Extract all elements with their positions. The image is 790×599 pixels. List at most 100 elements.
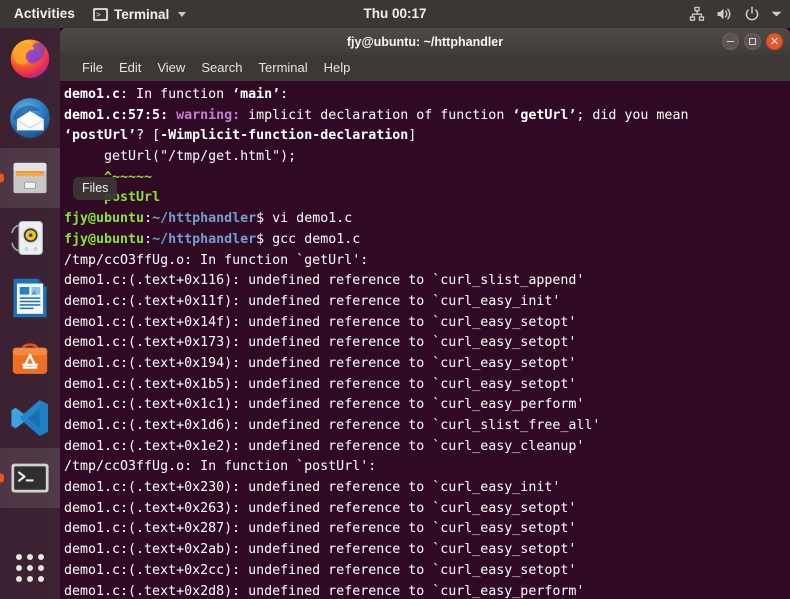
dock-item-vscode[interactable] bbox=[0, 388, 60, 448]
terminal-line: demo1.c:(.text+0x11f): undefined referen… bbox=[64, 292, 790, 313]
terminal-text-segment: ; did you mean bbox=[576, 107, 689, 123]
terminal-text-segment: -Wimplicit-function-declaration bbox=[160, 128, 409, 144]
dock-item-thunderbird[interactable] bbox=[0, 88, 60, 148]
terminal-line: demo1.c: In function ‘main’: bbox=[64, 85, 790, 106]
terminal-text-segment: demo1.c:(.text+0x2ab): undefined referen… bbox=[64, 542, 577, 558]
terminal-text-segment: demo1.c:(.text+0x14f): undefined referen… bbox=[64, 314, 577, 330]
terminal-line: demo1.c:(.text+0x194): undefined referen… bbox=[64, 354, 790, 375]
terminal-line: demo1.c:(.text+0x1e2): undefined referen… bbox=[64, 437, 790, 458]
terminal-line: demo1.c:(.text+0x287): undefined referen… bbox=[64, 519, 790, 540]
dock-item-ubuntu-software[interactable] bbox=[0, 328, 60, 388]
terminal-line: demo1.c:57:5: warning: implicit declarat… bbox=[64, 106, 790, 127]
terminal-line: demo1.c:(.text+0x263): undefined referen… bbox=[64, 499, 790, 520]
thunderbird-icon bbox=[10, 98, 50, 138]
terminal-line: demo1.c:(.text+0x1b5): undefined referen… bbox=[64, 375, 790, 396]
terminal-text-segment: : bbox=[280, 87, 289, 102]
terminal-text-segment: demo1.c:(.text+0x1e2): undefined referen… bbox=[64, 438, 585, 454]
menu-edit[interactable]: Edit bbox=[111, 55, 149, 81]
volume-icon bbox=[717, 8, 731, 20]
terminal-text-segment: /tmp/ccO3ffUg.o: In function `getUrl': bbox=[64, 252, 369, 268]
gnome-top-bar: Activities Terminal Thu 00:17 bbox=[0, 0, 790, 28]
power-icon bbox=[745, 6, 759, 21]
maximize-button[interactable] bbox=[744, 33, 761, 50]
dock-item-rhythmbox[interactable] bbox=[0, 208, 60, 268]
dock-item-firefox[interactable] bbox=[0, 28, 60, 88]
minimize-button[interactable] bbox=[722, 33, 739, 50]
window-title: fjy@ubuntu: ~/httphandler bbox=[346, 34, 504, 49]
terminal-text-segment: demo1.c bbox=[64, 87, 121, 102]
dock-item-libreoffice-writer[interactable] bbox=[0, 268, 60, 328]
show-applications-button[interactable] bbox=[0, 541, 60, 595]
terminal-line: demo1.c:(.text+0x2cc): undefined referen… bbox=[64, 561, 790, 582]
terminal-icon bbox=[93, 7, 109, 21]
dock-item-files[interactable] bbox=[0, 148, 60, 208]
terminal-text-segment: warning: bbox=[176, 107, 241, 123]
terminal-text-segment: : In function bbox=[120, 87, 233, 102]
terminal-text-segment: demo1.c:(.text+0x1c1): undefined referen… bbox=[64, 397, 585, 413]
terminal-text-segment: demo1.c:(.text+0x230): undefined referen… bbox=[64, 480, 561, 496]
dock-item-terminal[interactable] bbox=[0, 448, 60, 508]
terminal-text-segment: demo1.c:57:5: bbox=[64, 107, 169, 123]
terminal-line: demo1.c:(.text+0x173): undefined referen… bbox=[64, 333, 790, 354]
terminal-line: fjy@ubuntu:~/httphandler$ vi demo1.c bbox=[64, 209, 790, 230]
menu-search[interactable]: Search bbox=[193, 55, 250, 81]
files-icon bbox=[13, 162, 47, 194]
terminal-line: ‘postUrl’? [-Wimplicit-function-declarat… bbox=[64, 126, 790, 147]
terminal-text: demo1.c: In function ‘main’: demo1.c:57:5… bbox=[64, 85, 790, 599]
terminal-text-segment: implicit declaration of function bbox=[240, 107, 513, 123]
terminal-text-segment: ‘main’ bbox=[232, 87, 281, 102]
terminal-text-segment: /tmp/ccO3ffUg.o: In function `postUrl': bbox=[64, 459, 377, 475]
ubuntu-software-icon bbox=[12, 343, 48, 374]
ubuntu-dock bbox=[0, 28, 60, 599]
menu-help[interactable]: Help bbox=[316, 55, 359, 81]
libreoffice-writer-icon bbox=[13, 278, 47, 318]
window-titlebar[interactable]: fjy@ubuntu: ~/httphandler ✕ bbox=[60, 28, 790, 55]
terminal-line: getUrl("/tmp/get.html"); bbox=[64, 147, 790, 168]
menu-file[interactable]: File bbox=[74, 55, 111, 81]
terminal-text-segment: ~/httphandler bbox=[152, 231, 257, 247]
terminal-line: demo1.c:(.text+0x2ab): undefined referen… bbox=[64, 540, 790, 561]
terminal-line: demo1.c:(.text+0x1c1): undefined referen… bbox=[64, 395, 790, 416]
terminal-menubar: File Edit View Search Terminal Help bbox=[60, 55, 790, 81]
terminal-text-segment: demo1.c:(.text+0x11f): undefined referen… bbox=[64, 293, 561, 309]
terminal-text-segment: ] bbox=[408, 128, 417, 144]
system-tray[interactable] bbox=[689, 0, 782, 28]
terminal-text-segment: demo1.c:(.text+0x194): undefined referen… bbox=[64, 355, 577, 371]
terminal-text-segment: fjy@ubuntu bbox=[64, 231, 145, 247]
terminal-line: ^~~~~~ bbox=[64, 168, 790, 189]
terminal-output-area[interactable]: demo1.c: In function ‘main’: demo1.c:57:5… bbox=[60, 81, 790, 599]
vscode-icon bbox=[11, 400, 48, 436]
terminal-line: demo1.c:(.text+0x14f): undefined referen… bbox=[64, 313, 790, 334]
terminal-text-segment: demo1.c:(.text+0x1b5): undefined referen… bbox=[64, 376, 577, 392]
terminal-line: demo1.c:(.text+0x116): undefined referen… bbox=[64, 271, 790, 292]
terminal-line: /tmp/ccO3ffUg.o: In function `getUrl': bbox=[64, 251, 790, 272]
terminal-line: demo1.c:(.text+0x230): undefined referen… bbox=[64, 478, 790, 499]
app-menu-button[interactable]: Terminal bbox=[85, 0, 194, 28]
terminal-text-segment: demo1.c:(.text+0x173): undefined referen… bbox=[64, 335, 577, 351]
terminal-text-segment: ‘postUrl’ bbox=[64, 128, 137, 144]
close-button[interactable]: ✕ bbox=[766, 33, 783, 50]
terminal-app-icon bbox=[11, 463, 49, 493]
terminal-text-segment: demo1.c:(.text+0x2d8): undefined referen… bbox=[64, 583, 585, 599]
terminal-line: fjy@ubuntu:~/httphandler$ gcc demo1.c bbox=[64, 230, 790, 251]
terminal-text-segment: : bbox=[144, 231, 153, 247]
tooltip-label: Files bbox=[82, 181, 109, 195]
menu-view[interactable]: View bbox=[149, 55, 193, 81]
grid-dots-icon bbox=[16, 554, 44, 582]
terminal-line: demo1.c:(.text+0x2d8): undefined referen… bbox=[64, 582, 790, 599]
network-icon bbox=[689, 6, 705, 21]
terminal-text-segment: demo1.c:(.text+0x116): undefined referen… bbox=[64, 273, 585, 289]
terminal-text-segment: ‘getUrl’ bbox=[512, 107, 577, 123]
activities-button[interactable]: Activities bbox=[0, 0, 85, 28]
terminal-window: fjy@ubuntu: ~/httphandler ✕ File Edit Vi… bbox=[60, 28, 790, 599]
maximize-icon bbox=[749, 38, 756, 45]
minimize-icon bbox=[727, 40, 734, 43]
app-menu-label: Terminal bbox=[114, 6, 170, 22]
window-controls: ✕ bbox=[722, 28, 783, 55]
menu-terminal[interactable]: Terminal bbox=[251, 55, 316, 81]
chevron-down-icon bbox=[771, 11, 782, 17]
terminal-text-segment: : bbox=[144, 211, 153, 227]
chevron-down-icon bbox=[178, 11, 187, 17]
terminal-text-segment: getUrl("/tmp/get.html"); bbox=[64, 149, 297, 165]
